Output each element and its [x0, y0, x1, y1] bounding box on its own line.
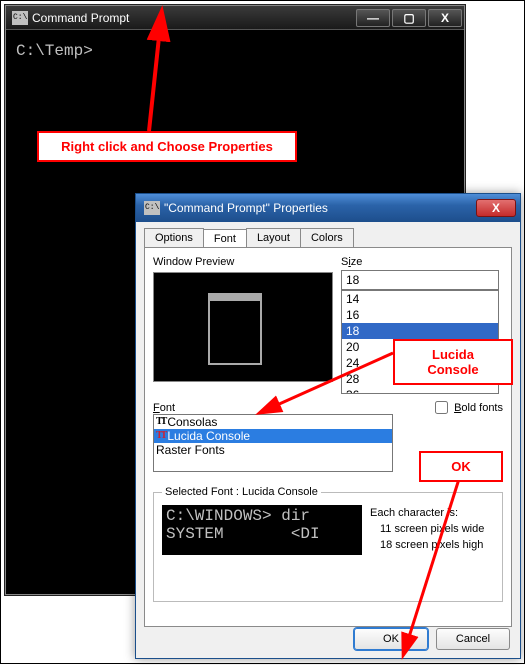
prompt-text: C:\Temp> — [16, 42, 93, 60]
bold-fonts-checkbox[interactable]: Bold fonts — [431, 398, 503, 417]
font-option-label: Lucida Console — [167, 429, 250, 443]
truetype-icon: TT — [156, 417, 165, 427]
font-option-label: Raster Fonts — [156, 443, 225, 457]
annotation-right-click: Right click and Choose Properties — [37, 131, 297, 162]
dialog-button-bar: OK Cancel — [354, 628, 510, 650]
character-info: Each character is: 11 screen pixels wide… — [370, 505, 484, 553]
window-preview-inner — [208, 293, 262, 365]
size-option[interactable]: 36 — [342, 387, 498, 394]
window-preview-label: Window Preview — [153, 256, 234, 268]
font-sample: C:\WINDOWS> dir SYSTEM <DI — [162, 505, 362, 555]
size-option[interactable]: 14 — [342, 291, 498, 307]
char-info-header: Each character is: — [370, 505, 484, 521]
char-info-width: 11 screen pixels wide — [370, 521, 484, 537]
close-button[interactable]: X — [428, 9, 462, 27]
size-label: Size — [341, 256, 499, 268]
dialog-titlebar[interactable]: "Command Prompt" Properties X — [136, 194, 520, 222]
cancel-button[interactable]: Cancel — [436, 628, 510, 650]
dialog-close-button[interactable]: X — [476, 199, 516, 217]
size-input[interactable]: 18 — [341, 270, 499, 290]
tab-colors[interactable]: Colors — [300, 228, 354, 247]
tab-font[interactable]: Font — [203, 229, 247, 248]
dialog-body: Options Font Layout Colors Window Previe… — [144, 228, 512, 616]
cmd-icon — [12, 11, 28, 25]
font-option-raster-fonts[interactable]: Raster Fonts — [154, 443, 392, 457]
tab-layout[interactable]: Layout — [246, 228, 301, 247]
font-listbox[interactable]: TT Consolas TT Lucida Console Raster Fon… — [153, 414, 393, 472]
size-option[interactable]: 16 — [342, 307, 498, 323]
cmd-icon — [144, 201, 160, 215]
truetype-icon: TT — [156, 431, 165, 441]
bold-fonts-input[interactable] — [435, 401, 448, 414]
char-info-height: 18 screen pixels high — [370, 537, 484, 553]
font-option-label: Consolas — [167, 415, 217, 429]
size-option[interactable]: 18 — [342, 323, 498, 339]
properties-dialog: "Command Prompt" Properties X Options Fo… — [135, 193, 521, 659]
minimize-button[interactable]: — — [356, 9, 390, 27]
window-title: Command Prompt — [32, 11, 354, 25]
font-label: Font — [153, 402, 175, 414]
selected-font-group: Selected Font : Lucida Console C:\WINDOW… — [153, 492, 503, 602]
ok-button[interactable]: OK — [354, 628, 428, 650]
annotation-lucida: Lucida Console — [393, 339, 513, 385]
tab-strip: Options Font Layout Colors — [144, 228, 512, 247]
dialog-title: "Command Prompt" Properties — [164, 201, 476, 215]
annotation-ok: OK — [419, 451, 503, 482]
selected-font-legend: Selected Font : Lucida Console — [162, 486, 321, 498]
font-tab-pane: Window Preview Size 18 14 16 18 20 24 28… — [144, 247, 512, 627]
command-prompt-titlebar[interactable]: Command Prompt — ▢ X — [6, 6, 464, 30]
font-option-lucida-console[interactable]: TT Lucida Console — [154, 429, 392, 443]
tab-options[interactable]: Options — [144, 228, 204, 247]
font-option-consolas[interactable]: TT Consolas — [154, 415, 392, 429]
maximize-button[interactable]: ▢ — [392, 9, 426, 27]
window-preview — [153, 272, 333, 382]
